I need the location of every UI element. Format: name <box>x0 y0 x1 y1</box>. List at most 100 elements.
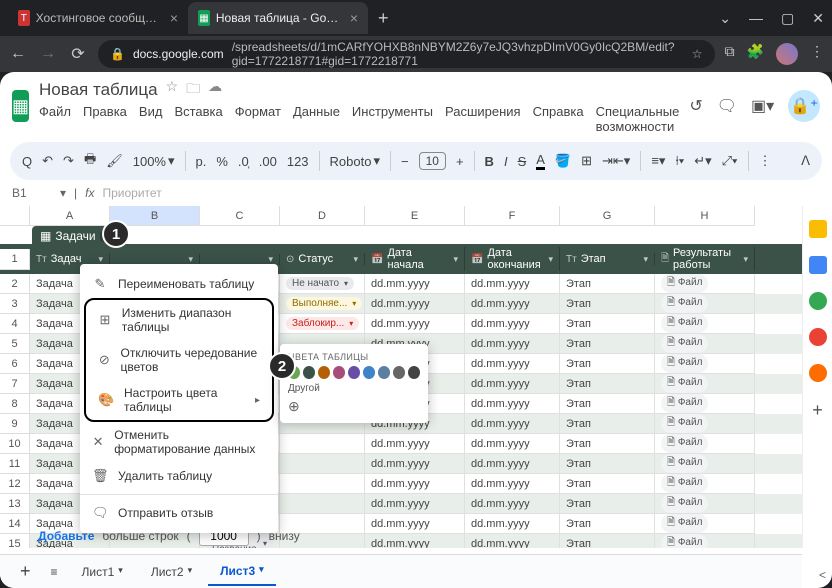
menu-edit[interactable]: Правка <box>83 104 127 134</box>
cell[interactable]: 🗎 Файл <box>655 454 755 474</box>
menu-rename-table[interactable]: ✎Переименовать таблицу <box>80 270 278 298</box>
redo-icon[interactable]: ↷ <box>63 153 74 169</box>
cell[interactable]: Этап <box>560 514 655 534</box>
add-sheet-button[interactable]: + <box>12 561 39 582</box>
font-select[interactable]: Roboto ▾ <box>330 153 380 169</box>
cell[interactable]: dd.mm.yyyy <box>465 274 560 294</box>
close-icon[interactable]: ✕ <box>812 10 824 27</box>
cell[interactable]: dd.mm.yyyy <box>465 354 560 374</box>
cell[interactable]: 🗎 Файл <box>655 514 755 534</box>
cell[interactable]: dd.mm.yyyy <box>465 434 560 454</box>
file-chip[interactable]: 🗎 Файл <box>661 494 708 513</box>
cell[interactable] <box>280 494 365 514</box>
formula-input[interactable]: Приоритет <box>103 186 821 200</box>
calendar-icon[interactable] <box>809 256 827 274</box>
cell[interactable]: dd.mm.yyyy <box>365 294 465 314</box>
zoom-select[interactable]: 100% ▾ <box>133 153 175 169</box>
document-title[interactable]: Новая таблица <box>39 80 158 100</box>
percent-button[interactable]: % <box>216 154 228 169</box>
cell[interactable]: Этап <box>560 494 655 514</box>
cell[interactable]: 🗎 Файл <box>655 434 755 454</box>
sheet-tab[interactable]: Лист1▾ <box>70 559 135 585</box>
contacts-icon[interactable] <box>809 328 827 346</box>
sheets-logo-icon[interactable]: ▦ <box>12 90 29 122</box>
cell[interactable]: dd.mm.yyyy <box>465 514 560 534</box>
cell[interactable]: dd.mm.yyyy <box>465 454 560 474</box>
cell[interactable]: dd.mm.yyyy <box>465 414 560 434</box>
cell[interactable]: Этап <box>560 474 655 494</box>
cell[interactable]: 🗎 Файл <box>655 534 755 548</box>
meet-icon[interactable]: ▣▾ <box>751 96 774 116</box>
menu-accessibility[interactable]: Специальные возможности <box>596 104 680 134</box>
row-number[interactable]: 3 <box>0 294 30 314</box>
cell[interactable]: dd.mm.yyyy <box>365 494 465 514</box>
cell[interactable]: dd.mm.yyyy <box>365 514 465 534</box>
maximize-icon[interactable]: ▢ <box>781 10 794 27</box>
chevron-down-icon[interactable]: ⌄ <box>719 10 731 27</box>
col-header[interactable]: D <box>280 206 365 226</box>
col-header[interactable]: G <box>560 206 655 226</box>
menu-insert[interactable]: Вставка <box>174 104 222 134</box>
cell[interactable]: dd.mm.yyyy <box>465 494 560 514</box>
table-header[interactable]: ⊙Статус▾ <box>280 253 365 265</box>
increase-decimal-icon[interactable]: .00 <box>259 154 277 169</box>
file-chip[interactable]: 🗎 Файл <box>661 434 708 453</box>
col-header[interactable]: A <box>30 206 110 226</box>
file-chip[interactable]: 🗎 Файл <box>661 534 708 548</box>
row-number[interactable]: 13 <box>0 494 30 514</box>
table-header[interactable]: ▾ <box>200 254 280 265</box>
file-chip[interactable]: 🗎 Файл <box>661 474 708 493</box>
row-number[interactable]: 6 <box>0 354 30 374</box>
cell[interactable]: dd.mm.yyyy <box>365 534 465 548</box>
file-chip[interactable]: 🗎 Файл <box>661 454 708 473</box>
row-number[interactable]: 8 <box>0 394 30 414</box>
cell[interactable]: 🗎 Файл <box>655 494 755 514</box>
table-header[interactable]: ТтЭтап▾ <box>560 253 655 265</box>
strike-button[interactable]: S <box>518 154 527 169</box>
back-icon[interactable]: ← <box>8 45 28 63</box>
custom-color-icon[interactable]: ⊕ <box>288 398 420 415</box>
cloud-icon[interactable]: ☁ <box>208 78 222 102</box>
file-chip[interactable]: 🗎 Файл <box>661 514 708 533</box>
wrap-icon[interactable]: ↵▾ <box>694 153 711 169</box>
cell[interactable]: Не начато <box>280 274 365 294</box>
reload-icon[interactable]: ⟳ <box>68 44 88 64</box>
menu-icon[interactable]: ⋮ <box>810 43 824 65</box>
file-chip[interactable]: 🗎 Файл <box>661 414 708 433</box>
file-chip[interactable]: 🗎 Файл <box>661 334 708 353</box>
decrease-decimal-icon[interactable]: .0̩ <box>238 154 249 169</box>
status-chip[interactable]: Заблокир... <box>286 317 359 330</box>
new-tab-button[interactable]: + <box>368 8 399 29</box>
add-addon-icon[interactable]: + <box>812 400 823 421</box>
cell[interactable]: Этап <box>560 374 655 394</box>
chevron-down-icon[interactable]: ▾ <box>188 565 193 579</box>
color-swatch[interactable] <box>363 366 375 379</box>
cell[interactable]: dd.mm.yyyy <box>365 314 465 334</box>
file-chip[interactable]: 🗎 Файл <box>661 374 708 393</box>
star-icon[interactable]: ☆ <box>692 47 703 61</box>
browser-tab[interactable]: ▦ Новая таблица - Google Таб... × <box>188 2 368 34</box>
cell[interactable]: 🗎 Файл <box>655 334 755 354</box>
cell[interactable]: dd.mm.yyyy <box>465 534 560 548</box>
row-number[interactable]: 15 <box>0 534 30 548</box>
cell[interactable]: 🗎 Файл <box>655 314 755 334</box>
row-number[interactable]: 11 <box>0 454 30 474</box>
menu-delete-table[interactable]: 🗑Удалить таблицу <box>80 462 278 490</box>
cell[interactable]: Этап <box>560 434 655 454</box>
cell[interactable]: dd.mm.yyyy <box>365 434 465 454</box>
table-header[interactable]: 📅Дата начала▾ <box>365 247 465 271</box>
cell[interactable]: Этап <box>560 414 655 434</box>
maps-icon[interactable] <box>809 364 827 382</box>
cell[interactable]: 🗎 Файл <box>655 354 755 374</box>
file-chip[interactable]: 🗎 Файл <box>661 314 708 333</box>
row-number[interactable]: 14 <box>0 514 30 534</box>
sheet-tab[interactable]: Лист3▾ <box>208 558 276 586</box>
cell[interactable]: Выполняе... <box>280 294 365 314</box>
menu-send-feedback[interactable]: 🗨Отправить отзыв <box>80 499 278 527</box>
menu-format[interactable]: Формат <box>235 104 281 134</box>
extensions-icon[interactable]: 🧩 <box>747 43 764 65</box>
url-input[interactable]: 🔒 docs.google.com /spreadsheets/d/1mCARf… <box>98 40 715 68</box>
row-number[interactable]: 4 <box>0 314 30 334</box>
row-number[interactable]: 10 <box>0 434 30 454</box>
cell[interactable]: dd.mm.yyyy <box>465 294 560 314</box>
